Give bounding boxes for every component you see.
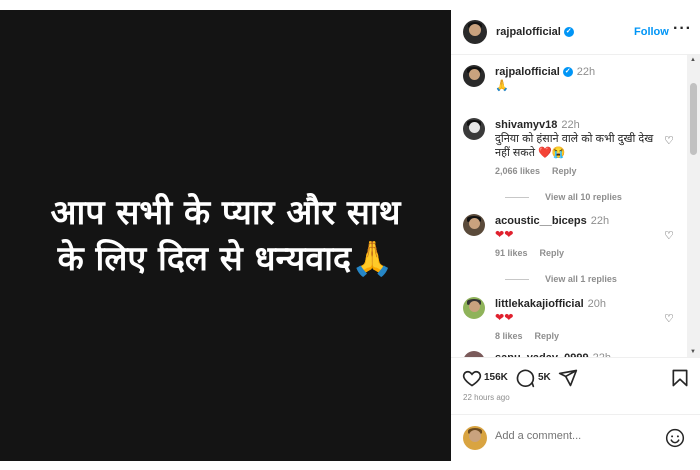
caption-text: 🙏 xyxy=(495,80,509,92)
comment-username[interactable]: littlekakajiofficial xyxy=(495,298,584,310)
caption-time: 22h xyxy=(576,66,596,78)
comments-list[interactable]: rajpalofficial ✓ 22h 🙏 shivamyv18 22h दुनिय… xyxy=(451,55,700,357)
comment-username[interactable]: acoustic__biceps xyxy=(495,215,587,227)
view-replies-button[interactable]: View all 1 replies xyxy=(505,274,617,284)
reply-button[interactable]: Reply xyxy=(540,248,565,258)
comment-avatar[interactable] xyxy=(463,214,485,236)
post-image: आप सभी के प्यार और साथ के लिए दिल से धन्… xyxy=(0,10,451,461)
like-comment-icon[interactable]: ♡ xyxy=(664,229,674,242)
comment-likes[interactable]: 8 likes xyxy=(495,331,523,341)
comment-likes[interactable]: 2,066 likes xyxy=(495,166,540,176)
comment-avatar[interactable] xyxy=(463,118,485,140)
image-text-line-1: आप सभी के प्यार और साथ xyxy=(50,192,401,233)
reply-button[interactable]: Reply xyxy=(552,166,577,176)
scroll-up-icon[interactable]: ▲ xyxy=(690,57,696,63)
follow-button[interactable]: Follow xyxy=(634,26,669,38)
comment-username[interactable]: shivamyv18 xyxy=(495,119,557,131)
comments-count[interactable]: 5K xyxy=(538,372,551,383)
author-username[interactable]: rajpalofficial ✓ xyxy=(496,26,574,38)
comment-likes[interactable]: 91 likes xyxy=(495,248,528,258)
share-send-icon[interactable] xyxy=(558,368,578,388)
save-bookmark-icon[interactable] xyxy=(670,368,690,388)
caption-avatar[interactable] xyxy=(463,65,485,87)
comment-avatar[interactable] xyxy=(463,297,485,319)
comment-time: 22h xyxy=(561,119,580,131)
comment-text: दुनिया को हंसाने वाले को कभी दुखी देख नह… xyxy=(495,133,654,159)
like-comment-icon[interactable]: ♡ xyxy=(664,134,674,147)
likes-count[interactable]: 156K xyxy=(484,372,508,383)
emoji-smiley-icon[interactable] xyxy=(665,428,685,448)
current-user-avatar xyxy=(463,426,487,450)
like-comment-icon[interactable]: ♡ xyxy=(664,312,674,325)
like-heart-icon[interactable] xyxy=(462,368,482,388)
post-side-panel: rajpalofficial ✓ Follow ··· rajpalofficia… xyxy=(451,10,700,461)
comment-emoji: ❤❤ xyxy=(495,312,514,324)
reply-button[interactable]: Reply xyxy=(535,331,560,341)
comment-time: 22h xyxy=(590,215,610,227)
action-bar: 156K 5K 22 hours ago xyxy=(451,357,700,414)
add-comment-input[interactable] xyxy=(495,430,655,442)
view-replies-button[interactable]: View all 10 replies xyxy=(505,192,622,202)
comment-bubble-icon[interactable] xyxy=(515,368,535,388)
comments-scrollbar[interactable]: ▲ ▼ xyxy=(687,55,700,357)
scrollbar-thumb[interactable] xyxy=(690,83,697,155)
image-text-line-2: के लिए दिल से धन्यवाद🙏 xyxy=(57,238,394,279)
comment-emoji: ❤❤ xyxy=(495,229,514,241)
posted-time: 22 hours ago xyxy=(463,393,510,402)
comment-time: 20h xyxy=(587,298,607,310)
verified-badge-icon: ✓ xyxy=(563,27,574,38)
more-options-icon[interactable]: ··· xyxy=(673,20,692,38)
post-header: rajpalofficial ✓ Follow ··· xyxy=(451,10,700,55)
post-dialog: आप सभी के प्यार और साथ के लिए दिल से धन्… xyxy=(0,10,700,461)
author-avatar[interactable] xyxy=(463,20,487,44)
verified-badge-icon: ✓ xyxy=(562,67,573,78)
comment-emoji: ❤️😭 xyxy=(538,147,566,159)
comment-composer xyxy=(451,414,700,462)
image-text: आप सभी के प्यार और साथ के लिए दिल से धन्… xyxy=(51,190,401,282)
scroll-down-icon[interactable]: ▼ xyxy=(690,349,696,355)
caption-username[interactable]: rajpalofficial ✓ xyxy=(495,66,573,78)
